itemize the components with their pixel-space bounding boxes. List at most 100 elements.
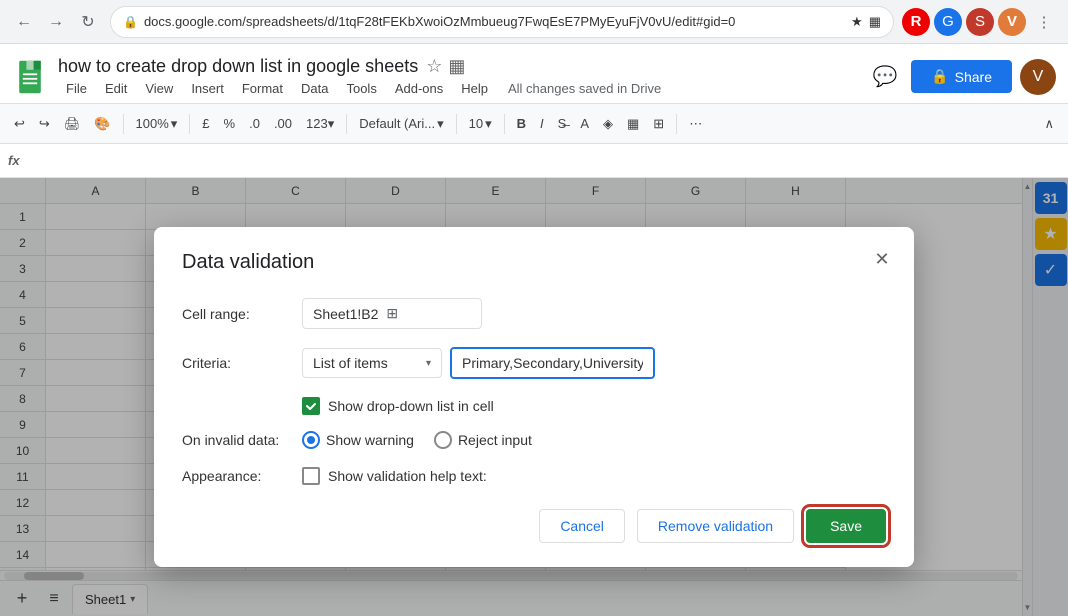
radio-inner — [307, 436, 315, 444]
show-help-checkbox[interactable] — [302, 467, 320, 485]
font-chevron: ▾ — [437, 116, 444, 132]
menu-edit[interactable]: Edit — [97, 79, 135, 98]
folder-doc-icon[interactable]: ▦ — [448, 56, 465, 77]
forward-icon: → — [48, 13, 64, 31]
menu-addons[interactable]: Add-ons — [387, 79, 451, 98]
cell-range-input[interactable]: Sheet1!B2 ⊞ — [302, 298, 482, 329]
browser-menu-btn[interactable]: ⋮ — [1030, 8, 1058, 36]
toolbar-sep-5 — [504, 114, 505, 134]
menu-insert[interactable]: Insert — [183, 79, 232, 98]
user-avatar[interactable]: V — [1020, 59, 1056, 95]
data-validation-modal: Data validation ✕ Cell range: Sheet1!B2 … — [154, 227, 914, 567]
menu-view[interactable]: View — [137, 79, 181, 98]
reject-input-radio[interactable] — [434, 431, 452, 449]
fill-color-button[interactable]: ◈ — [597, 110, 619, 138]
more-button[interactable]: ⋯ — [683, 110, 708, 138]
show-warning-option[interactable]: Show warning — [302, 431, 414, 449]
show-dropdown-checkbox[interactable] — [302, 397, 320, 415]
extensions-btn-1[interactable]: R — [902, 8, 930, 36]
menu-help[interactable]: Help — [453, 79, 496, 98]
collapse-button[interactable]: ∧ — [1038, 110, 1060, 138]
toolbar-sep-4 — [456, 114, 457, 134]
fontsize-dropdown[interactable]: 10 ▾ — [463, 110, 498, 138]
show-dropdown-label: Show drop-down list in cell — [328, 398, 494, 414]
criteria-type-value: List of items — [313, 355, 388, 371]
borders-button[interactable]: ▦ — [621, 110, 645, 138]
text-color-button[interactable]: A — [574, 110, 595, 138]
zoom-dropdown[interactable]: 100% ▾ — [130, 110, 184, 138]
range-grid-icon[interactable]: ⊞ — [386, 305, 398, 322]
star-doc-icon[interactable]: ☆ — [426, 56, 442, 77]
percent-button[interactable]: % — [218, 110, 242, 138]
modal-footer: Cancel Remove validation Save — [182, 509, 886, 543]
star-icon[interactable]: ★ — [851, 14, 863, 30]
back-button[interactable]: ← — [10, 8, 38, 36]
invalid-data-row: On invalid data: Show warning Reject inp — [182, 431, 886, 449]
formula-icon: fx — [8, 153, 20, 168]
lock-icon: 🔒 — [123, 15, 138, 29]
criteria-items-input[interactable] — [450, 347, 655, 379]
menu-tools[interactable]: Tools — [338, 79, 384, 98]
strikethrough-button[interactable]: S̶ — [552, 110, 573, 138]
reject-input-option[interactable]: Reject input — [434, 431, 532, 449]
format-dropdown[interactable]: 123▾ — [300, 110, 340, 138]
reload-button[interactable]: ↻ — [74, 8, 102, 36]
appearance-label: Appearance: — [182, 468, 302, 484]
paint-button[interactable]: 🎨 — [88, 110, 116, 138]
toolbar: ↩ ↪ 🖨 🎨 100% ▾ £ % .0 .00 123▾ Default (… — [0, 104, 1068, 144]
font-value: Default (Ari... — [359, 116, 435, 131]
saved-status: All changes saved in Drive — [508, 79, 661, 98]
remove-validation-button[interactable]: Remove validation — [637, 509, 794, 543]
user-profile-btn[interactable]: V — [998, 8, 1026, 36]
modal-title: Data validation — [182, 251, 886, 274]
modal-close-button[interactable]: ✕ — [866, 243, 898, 275]
formula-input[interactable] — [26, 153, 1060, 168]
extensions-btn-3[interactable]: S — [966, 8, 994, 36]
invalid-data-label: On invalid data: — [182, 432, 302, 448]
font-dropdown[interactable]: Default (Ari... ▾ — [353, 110, 449, 138]
print-button[interactable]: 🖨 — [58, 110, 87, 138]
menu-data[interactable]: Data — [293, 79, 336, 98]
toolbar-sep-2 — [189, 114, 190, 134]
italic-button[interactable]: I — [534, 110, 550, 138]
menu-format[interactable]: Format — [234, 79, 291, 98]
bold-button[interactable]: B — [511, 110, 532, 138]
forward-button[interactable]: → — [42, 8, 70, 36]
appearance-row: Appearance: Show validation help text: — [182, 467, 886, 485]
url-text: docs.google.com/spreadsheets/d/1tqF28tFE… — [144, 14, 845, 29]
merge-button[interactable]: ⊞ — [647, 110, 670, 138]
redo-button[interactable]: ↪ — [33, 110, 56, 138]
cell-range-row: Cell range: Sheet1!B2 ⊞ — [182, 298, 886, 329]
avatar-initial: V — [1033, 68, 1044, 86]
decimal0-button[interactable]: .0 — [243, 110, 266, 138]
menu-file[interactable]: File — [58, 79, 95, 98]
back-icon: ← — [16, 13, 32, 31]
currency-button[interactable]: £ — [196, 110, 215, 138]
reject-input-label: Reject input — [458, 432, 532, 448]
formula-bar: fx — [0, 144, 1068, 178]
criteria-label: Criteria: — [182, 355, 302, 371]
show-warning-radio[interactable] — [302, 431, 320, 449]
extensions-btn-2[interactable]: G — [934, 8, 962, 36]
show-help-label: Show validation help text: — [328, 468, 487, 484]
cell-range-value: Sheet1!B2 — [313, 306, 378, 322]
modal-overlay: Data validation ✕ Cell range: Sheet1!B2 … — [0, 178, 1068, 616]
address-bar[interactable]: 🔒 docs.google.com/spreadsheets/d/1tqF28t… — [110, 6, 894, 38]
save-button[interactable]: Save — [806, 509, 886, 543]
doc-title-area: how to create drop down list in google s… — [58, 56, 857, 98]
folder-icon[interactable]: ▦ — [869, 14, 881, 30]
toolbar-sep-6 — [676, 114, 677, 134]
undo-button[interactable]: ↩ — [8, 110, 31, 138]
chat-button[interactable]: 💬 — [867, 59, 903, 95]
share-button[interactable]: 🔒 Share — [911, 60, 1012, 93]
show-dropdown-row: Show drop-down list in cell — [182, 397, 886, 415]
decimal00-button[interactable]: .00 — [268, 110, 298, 138]
lock-share-icon: 🔒 — [931, 68, 948, 85]
close-icon: ✕ — [874, 249, 889, 270]
criteria-type-dropdown[interactable]: List of items ▾ — [302, 348, 442, 378]
toolbar-sep-3 — [346, 114, 347, 134]
criteria-row: Criteria: List of items ▾ — [182, 347, 886, 379]
toolbar-sep-1 — [123, 114, 124, 134]
criteria-chevron-icon: ▾ — [426, 358, 431, 369]
cancel-button[interactable]: Cancel — [539, 509, 625, 543]
